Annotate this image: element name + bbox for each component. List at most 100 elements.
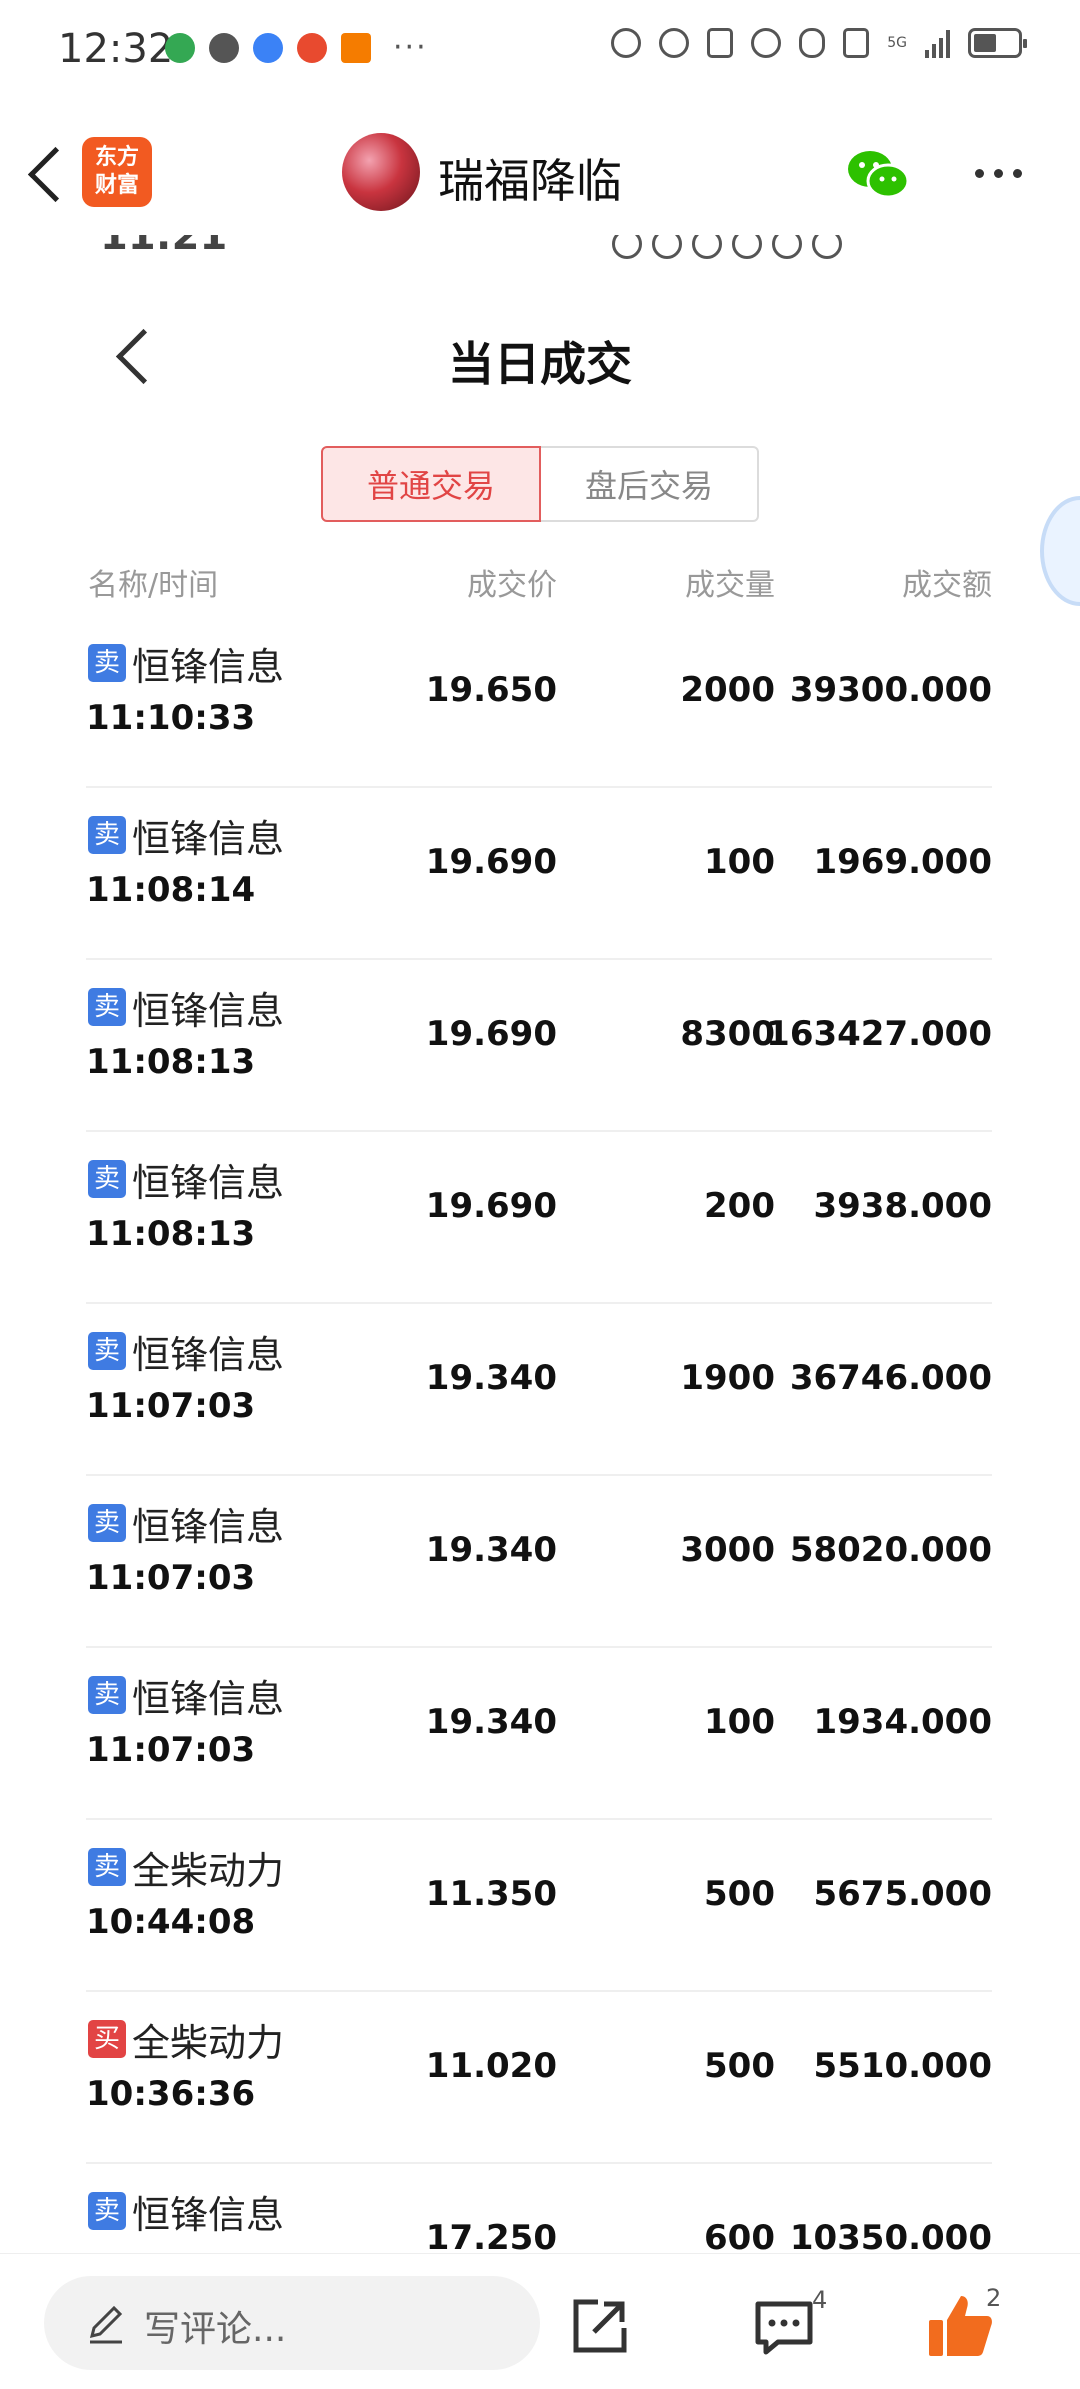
pen-icon [89,2305,123,2344]
trade-price: 19.340 [425,1358,557,1398]
stock-name: 全柴动力 [132,1849,285,1893]
trade-volume: 100 [704,1702,775,1742]
trade-time: 11:08:14 [86,870,256,910]
table-row[interactable]: 卖 恒锋信息 11:07:03 19.340 1900 36746.000 [0,1304,1080,1476]
wechat-icon[interactable] [846,147,910,201]
tab-normal-trade[interactable]: 普通交易 [321,446,541,522]
table-row[interactable]: 卖 恒锋信息 11:07:03 19.340 100 1934.000 [0,1648,1080,1820]
chat-title: 瑞福降临 [438,154,622,208]
network-type: 5G [887,35,907,51]
trade-price: 17.250 [425,2218,557,2258]
stock-name: 恒锋信息 [132,1333,285,1377]
taobao-icon [341,32,371,63]
trade-volume: 100 [704,842,775,882]
back-arrow-icon[interactable] [18,145,78,205]
side-badge: 卖 [88,1332,126,1370]
side-badge: 卖 [88,816,126,854]
vibrate-icon [843,28,870,58]
stock-name: 恒锋信息 [132,2193,285,2237]
status-bar: 12:32 ··· 5G [0,0,1080,105]
side-badge: 卖 [88,1504,126,1542]
table-row[interactable]: 卖 恒锋信息 11:07:03 19.340 3000 58020.000 [0,1476,1080,1648]
trade-price: 19.690 [425,842,557,882]
trade-volume: 2000 [680,670,775,710]
comment-input[interactable]: 写评论... [44,2276,540,2370]
trade-price: 19.650 [425,670,557,710]
more-dots-icon[interactable] [975,169,1022,178]
app-logo-line1: 东方 [94,145,139,170]
comment-count: 4 [812,2286,828,2314]
browser-icon [253,32,283,63]
trade-time: 11:08:13 [86,1214,256,1254]
comment-icon[interactable] [752,2298,816,2358]
app-notification-icon [297,32,327,63]
status-app-icons: ··· [165,30,428,65]
trade-time: 10:36:36 [86,2074,256,2114]
tab-after-hours-trade[interactable]: 盘后交易 [541,446,759,522]
trade-amount: 58020.000 [789,1530,992,1570]
app-logo-line2: 财富 [94,173,139,198]
thumbs-up-icon[interactable] [925,2292,995,2360]
trade-amount: 163427.000 [766,1014,992,1054]
stock-name: 恒锋信息 [132,645,285,689]
page-title: 当日成交 [448,337,632,391]
side-badge: 卖 [88,1160,126,1198]
trade-time: 11:07:03 [86,1558,256,1598]
embedded-status-icons [612,235,842,259]
header-amount: 成交额 [902,568,992,603]
avatar[interactable] [342,133,420,211]
header-name-time: 名称/时间 [88,568,219,603]
trade-volume: 600 [704,2218,775,2258]
app-logo[interactable]: 东方 财富 [82,137,152,207]
stock-name: 恒锋信息 [132,1161,285,1205]
trade-price: 11.350 [425,1874,557,1914]
header-price: 成交价 [467,568,557,603]
status-time: 12:32 [58,26,174,72]
table-row[interactable]: 买 全柴动力 10:36:36 11.020 500 5510.000 [0,1992,1080,2164]
embedded-status-time: 11:21 [100,235,228,259]
trade-time: 11:07:03 [86,1386,256,1426]
bluetooth-icon [799,28,826,58]
chat-header: 东方 财富 瑞福降临 [0,105,1080,240]
stock-name: 恒锋信息 [132,1505,285,1549]
table-header: 名称/时间 成交价 成交量 成交额 [0,560,1080,610]
trade-amount: 1969.000 [813,842,992,882]
trade-volume: 8300 [680,1014,775,1054]
stock-name: 全柴动力 [132,2021,285,2065]
side-badge: 卖 [88,644,126,682]
trade-volume: 500 [704,2046,775,2086]
trade-time: 11:08:13 [86,1042,256,1082]
trade-price: 11.020 [425,2046,557,2086]
trade-amount: 36746.000 [789,1358,992,1398]
stock-name: 恒锋信息 [132,817,285,861]
nfc-icon [707,28,734,58]
trade-price: 19.690 [425,1014,557,1054]
side-badge: 卖 [88,1676,126,1714]
app-notification-icon [165,32,195,63]
trade-price: 19.690 [425,1186,557,1226]
side-badge: 卖 [88,1848,126,1886]
table-row[interactable]: 卖 恒锋信息 11:10:33 19.650 2000 39300.000 [0,616,1080,788]
trade-amount: 1934.000 [813,1702,992,1742]
trade-volume: 200 [704,1186,775,1226]
status-system-icons: 5G [611,28,1027,58]
trade-amount: 5675.000 [813,1874,992,1914]
trade-time: 11:10:33 [86,698,256,738]
bottom-action-bar: 写评论... 4 2 [0,2253,1080,2389]
alarm-icon [751,28,782,58]
battery-icon [968,28,1027,58]
table-row[interactable]: 卖 恒锋信息 11:08:14 19.690 100 1969.000 [0,788,1080,960]
side-badge: 卖 [88,988,126,1026]
trade-price: 19.340 [425,1702,557,1742]
status-more: ··· [393,30,428,65]
table-row[interactable]: 卖 全柴动力 10:44:08 11.350 500 5675.000 [0,1820,1080,1992]
side-badge: 卖 [88,2192,126,2230]
trade-time: 11:07:03 [86,1730,256,1770]
trade-time: 10:44:08 [86,1902,256,1942]
table-row[interactable]: 卖 恒锋信息 11:08:13 19.690 200 3938.000 [0,1132,1080,1304]
table-row[interactable]: 卖 恒锋信息 11:08:13 19.690 8300 163427.000 [0,960,1080,1132]
share-icon[interactable] [570,2296,630,2356]
trade-amount: 10350.000 [789,2218,992,2258]
trade-amount: 39300.000 [789,670,992,710]
trade-volume: 1900 [680,1358,775,1398]
